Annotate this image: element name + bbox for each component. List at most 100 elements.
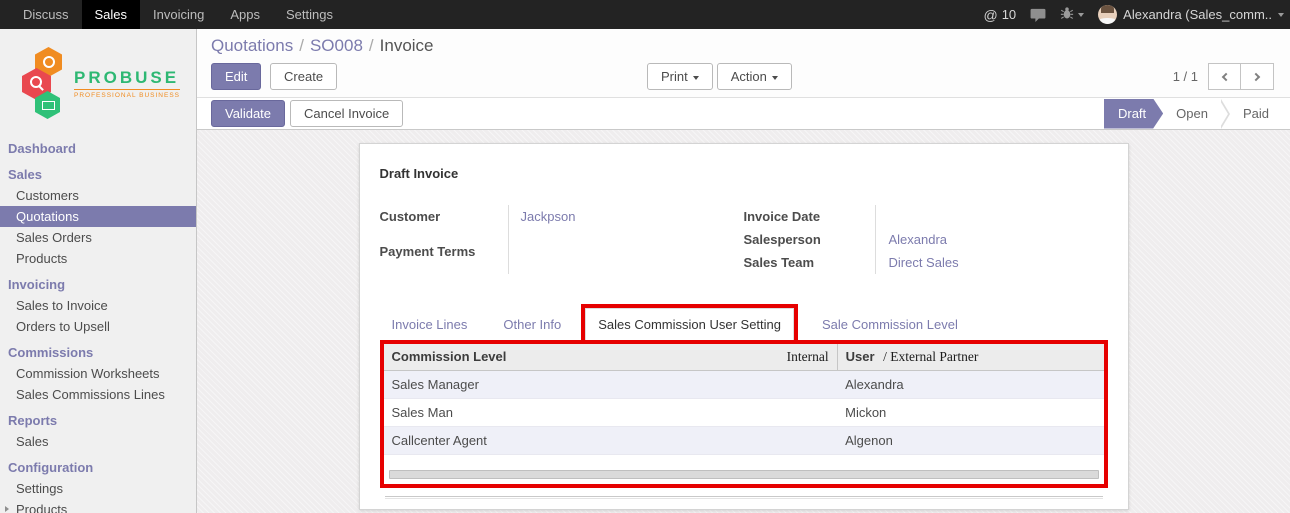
sidebar-item-products-config[interactable]: Products (0, 499, 196, 513)
messages-icon[interactable] (1030, 8, 1046, 22)
debug-menu[interactable] (1060, 6, 1084, 23)
pager-counter: 1 / 1 (1173, 69, 1198, 84)
validate-button[interactable]: Validate (211, 100, 285, 127)
chevron-right-icon (1252, 72, 1260, 80)
pager: 1 / 1 (1173, 63, 1274, 90)
status-pipeline: Draft Open Paid (1104, 99, 1282, 129)
table-row[interactable]: Sales Manager Alexandra (384, 371, 1104, 399)
salesperson-value-link[interactable]: Alexandra (875, 228, 1107, 251)
commission-level-cell: Sales Manager (384, 371, 838, 399)
status-separator-icon (1221, 99, 1230, 129)
sidebar-item-orders-to-upsell[interactable]: Orders to Upsell (0, 316, 196, 337)
table-empty-area (384, 455, 1104, 470)
status-paid[interactable]: Paid (1230, 99, 1282, 129)
activities-counter[interactable]: @ 10 (983, 7, 1016, 23)
mention-icon: @ (983, 7, 997, 23)
left-buttons: Edit Create (211, 63, 337, 90)
create-button[interactable]: Create (270, 63, 337, 90)
commission-level-header-label: Commission Level (392, 349, 507, 364)
pager-previous-button[interactable] (1208, 63, 1241, 90)
sidebar-item-commission-worksheets[interactable]: Commission Worksheets (0, 363, 196, 384)
customer-value-link[interactable]: Jackpson (508, 205, 722, 240)
user-header-label: User (846, 349, 875, 364)
internal-header-label: Internal (787, 349, 829, 365)
user-cell: Alexandra (837, 371, 1103, 399)
menu-sales[interactable]: Sales (82, 0, 141, 29)
tab-other-info[interactable]: Other Info (491, 309, 573, 340)
sidebar-item-quotations[interactable]: Quotations (0, 206, 196, 227)
breadcrumb-separator: / (369, 36, 374, 55)
sidebar-heading-invoicing[interactable]: Invoicing (0, 274, 196, 295)
payment-terms-label: Payment Terms (380, 240, 508, 275)
chevron-down-icon (693, 76, 699, 80)
commission-level-cell: Sales Man (384, 399, 838, 427)
field-salesperson: Salesperson Alexandra (743, 228, 1107, 251)
commission-level-cell: Callcenter Agent (384, 427, 838, 455)
tab-invoice-lines[interactable]: Invoice Lines (380, 309, 480, 340)
commission-user-table: Commission Level Internal User / Externa… (384, 344, 1104, 455)
main-split: PROBUSE PROFESSIONAL BUSINESS Dashboard … (0, 29, 1290, 513)
sidebar-item-customers[interactable]: Customers (0, 185, 196, 206)
horizontal-scrollbar[interactable] (389, 470, 1099, 479)
app-root: Discuss Sales Invoicing Apps Settings @ … (0, 0, 1290, 513)
activities-count: 10 (1002, 7, 1016, 22)
sidebar-item-products[interactable]: Products (0, 248, 196, 269)
field-payment-terms: Payment Terms (380, 240, 722, 275)
table-row[interactable]: Sales Man Mickon (384, 399, 1104, 427)
chevron-left-icon (1221, 72, 1229, 80)
sidebar-heading-reports[interactable]: Reports (0, 410, 196, 431)
column-header-user[interactable]: User / External Partner (837, 344, 1103, 371)
expand-caret-icon (5, 506, 9, 512)
edit-button[interactable]: Edit (211, 63, 261, 90)
user-avatar (1098, 5, 1117, 24)
action-dropdown-button[interactable]: Action (717, 63, 792, 90)
print-dropdown-button[interactable]: Print (647, 63, 713, 90)
sidebar-heading-sales[interactable]: Sales (0, 164, 196, 185)
breadcrumb: Quotations/SO008/Invoice (211, 36, 1276, 56)
sidebar-item-label: Products (16, 502, 67, 513)
form-group-right: Invoice Date Salesperson Alexandra Sales… (743, 205, 1107, 274)
salesperson-label: Salesperson (743, 228, 875, 251)
payment-terms-value (508, 240, 722, 275)
sidebar-item-sales-report[interactable]: Sales (0, 431, 196, 452)
sidebar-heading-commissions[interactable]: Commissions (0, 342, 196, 363)
invoice-date-label: Invoice Date (743, 205, 875, 228)
statusbar-buttons: Validate Cancel Invoice (211, 100, 403, 127)
notebook-bottom-divider (385, 496, 1103, 499)
field-invoice-date: Invoice Date (743, 205, 1107, 228)
sidebar-item-sales-commissions-lines[interactable]: Sales Commissions Lines (0, 384, 196, 405)
menu-discuss[interactable]: Discuss (10, 0, 82, 29)
breadcrumb-so008[interactable]: SO008 (310, 36, 363, 55)
status-draft[interactable]: Draft (1104, 99, 1163, 129)
menu-apps[interactable]: Apps (217, 0, 273, 29)
sales-team-value-link[interactable]: Direct Sales (875, 251, 1107, 274)
column-header-commission-level[interactable]: Commission Level Internal (384, 344, 838, 371)
table-row[interactable]: Callcenter Agent Algenon (384, 427, 1104, 455)
menu-invoicing[interactable]: Invoicing (140, 0, 217, 29)
sidebar-heading-dashboard[interactable]: Dashboard (0, 138, 196, 159)
sidebar-item-sales-orders[interactable]: Sales Orders (0, 227, 196, 248)
status-open[interactable]: Open (1163, 99, 1221, 129)
user-cell: Mickon (837, 399, 1103, 427)
chevron-down-icon (1078, 13, 1084, 17)
customer-label: Customer (380, 205, 508, 240)
pager-buttons (1208, 63, 1274, 90)
tab-sales-commission-user-setting[interactable]: Sales Commission User Setting (585, 308, 794, 340)
bug-icon (1060, 6, 1074, 23)
breadcrumb-quotations[interactable]: Quotations (211, 36, 293, 55)
breadcrumb-current: Invoice (380, 36, 434, 55)
user-menu[interactable]: Alexandra (Sales_comm.. (1098, 5, 1284, 24)
menu-settings[interactable]: Settings (273, 0, 346, 29)
user-cell: Algenon (837, 427, 1103, 455)
invoice-date-value (875, 205, 1107, 228)
sidebar-heading-configuration[interactable]: Configuration (0, 457, 196, 478)
cancel-invoice-button[interactable]: Cancel Invoice (290, 100, 403, 127)
sidebar-item-settings[interactable]: Settings (0, 478, 196, 499)
tab-sale-commission-level[interactable]: Sale Commission Level (810, 309, 970, 340)
content-area: Quotations/SO008/Invoice Edit Create Pri… (197, 29, 1290, 513)
pager-next-button[interactable] (1241, 63, 1274, 90)
sidebar-item-sales-to-invoice[interactable]: Sales to Invoice (0, 295, 196, 316)
form-view-background: Draft Invoice Customer Jackpson Payment … (197, 130, 1290, 513)
commission-table-highlight-box: Commission Level Internal User / Externa… (380, 340, 1108, 488)
topbar-systray: @ 10 Alexandra (Sales_comm.. (983, 0, 1290, 29)
